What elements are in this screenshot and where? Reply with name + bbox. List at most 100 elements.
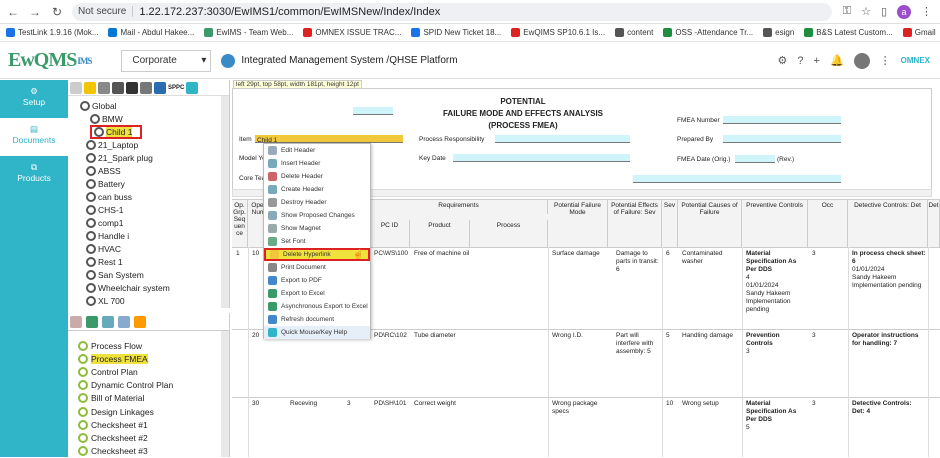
doc-scrollbar[interactable] [221, 331, 229, 457]
nav-products[interactable]: ⧉ Products [0, 156, 68, 194]
bookmark-item[interactable]: SPID New Ticket 18... [411, 28, 501, 37]
table-cell-prev-b[interactable]: Material Specification As Per DDS 5 [744, 400, 806, 432]
doc-search-icon[interactable] [118, 315, 130, 328]
help-icon[interactable]: ? [797, 55, 803, 67]
context-menu-item[interactable]: Create Header [264, 183, 370, 196]
table-cell-pcid[interactable]: PC\WS\100 [372, 250, 408, 258]
add-icon[interactable]: + [814, 55, 820, 67]
context-menu-item[interactable]: Destroy Header [264, 196, 370, 209]
sppc-label[interactable]: SPPC [168, 85, 184, 91]
table-cell-prev-b[interactable]: Prevention Controls 3 [744, 332, 806, 356]
doc-list-item[interactable]: Dynamic Control Plan [68, 379, 229, 392]
table-cell-pc[interactable]: Handling damage [680, 332, 740, 340]
table-cell-det-b[interactable]: In process check sheet: 6 01/01/2024 Sand… [850, 250, 926, 290]
tree-node-root[interactable]: Global [80, 99, 229, 112]
tree-node[interactable]: CHS-1 [80, 203, 229, 216]
back-icon[interactable]: ← [4, 5, 22, 19]
table-cell-sev[interactable]: 6 [664, 250, 670, 258]
table-cell-num[interactable]: 20 [250, 332, 259, 340]
tree-tool-icon[interactable] [70, 81, 82, 94]
table-cell-pe[interactable]: Part will interfere with assembly: 5 [614, 332, 662, 356]
tree-node[interactable]: San System [80, 268, 229, 281]
star-tool-icon[interactable] [84, 81, 96, 94]
context-menu-item[interactable]: Show Magnet [264, 222, 370, 235]
fmea-date-field[interactable] [735, 155, 775, 163]
forward-icon[interactable]: → [26, 5, 44, 19]
doc-gear-icon[interactable] [86, 315, 98, 328]
tree-node[interactable]: 21_Spark plug [80, 151, 229, 164]
table-cell-det-b[interactable]: Operator instructions for handling: 7 [850, 332, 926, 348]
table-cell-pcid[interactable]: PD\SH\101 [372, 400, 407, 408]
tree-node[interactable]: comp1 [80, 216, 229, 229]
table-cell-pcid[interactable]: PD\RC\102 [372, 332, 407, 340]
nav-setup[interactable]: ⚙ Setup [0, 80, 68, 118]
menu-icon[interactable]: ⋮ [921, 5, 932, 18]
doc-list-item[interactable]: Design Linkages [68, 405, 229, 418]
doc-list-item[interactable]: Process FMEA [68, 352, 229, 365]
table-cell-pe[interactable]: Damage to parts in transit: 6 [614, 250, 662, 274]
prepared-by-field[interactable] [723, 135, 841, 143]
table-cell-n[interactable]: 3 [345, 400, 351, 408]
process-responsibility-field[interactable] [495, 135, 630, 143]
tree-node[interactable]: XL 700 [80, 294, 229, 307]
gear-tool-icon[interactable] [186, 81, 199, 94]
edit-tool-icon[interactable] [112, 81, 124, 94]
doc-list-item[interactable]: Bill of Material [68, 392, 229, 405]
table-cell-num[interactable]: 30 [250, 400, 259, 408]
bookmark-item[interactable]: OMNEX ISSUE TRAC... [303, 28, 401, 37]
doc-list-item[interactable]: Process Flow [68, 339, 229, 352]
table-cell-occ[interactable]: 3 [810, 250, 816, 258]
search-tool-icon[interactable] [98, 81, 110, 94]
context-menu-item[interactable]: Asynchronous Export to Excel [264, 300, 370, 313]
context-menu-item[interactable]: Show Proposed Changes [264, 209, 370, 222]
doc-tool-icon[interactable] [70, 315, 82, 328]
tree-node[interactable]: Battery [80, 177, 229, 190]
key-icon[interactable]: ⚿ [843, 5, 851, 18]
star-icon[interactable]: ☆ [861, 5, 871, 18]
tree-node[interactable]: 21_Laptop [80, 138, 229, 151]
bookmark-item[interactable]: content [615, 28, 653, 37]
bell-icon[interactable]: 🔔 [830, 54, 844, 67]
table-cell-pfm[interactable]: Wrong I.D. [550, 332, 608, 340]
tree-node[interactable]: HVAC [80, 242, 229, 255]
tree-node[interactable]: Rest 1 [80, 255, 229, 268]
site-select[interactable]: Corporate ▾ [121, 49, 212, 72]
bookmark-item[interactable]: OSS -Attendance Tr... [663, 28, 753, 37]
user-avatar[interactable] [853, 52, 870, 69]
doc-grid-icon[interactable] [134, 315, 146, 328]
flow-tool-icon[interactable] [154, 81, 166, 94]
bookmark-item[interactable]: Mail - Abdul Hakee... [108, 28, 194, 37]
key-date-field[interactable] [453, 154, 630, 162]
table-cell-op[interactable]: 1 [234, 250, 240, 258]
tree-node[interactable]: Child 1 [80, 124, 229, 139]
tree-node[interactable]: ABSS [80, 164, 229, 177]
link-tool-icon[interactable] [140, 81, 152, 94]
context-menu-item[interactable]: Delete Hyperlink ☝ [264, 248, 370, 261]
table-cell-occ[interactable]: 3 [810, 400, 816, 408]
bookmark-item[interactable]: EwIMS - Team Web... [204, 28, 293, 37]
table-cell-pc[interactable]: Wrong setup [680, 400, 740, 408]
tree-node-selected[interactable]: Child 1 [90, 124, 143, 139]
table-cell-product[interactable]: Free of machine oil [412, 250, 470, 258]
table-cell-pfm[interactable]: Surface damage [550, 250, 608, 258]
address-bar[interactable]: Not secure 1.22.172.237:3030/EwIMS1/comm… [72, 2, 832, 21]
context-menu-item[interactable]: Set Font [264, 235, 370, 248]
context-menu-item[interactable]: Refresh document [264, 313, 370, 326]
reload-icon[interactable]: ↻ [48, 5, 66, 19]
item-field[interactable]: Child 1 [255, 135, 403, 144]
bookmark-item[interactable]: Gmail [902, 28, 936, 37]
context-menu-item[interactable]: Export to PDF [264, 274, 370, 287]
table-cell-pfm[interactable]: Wrong package specs [550, 400, 608, 416]
tree-node[interactable]: Wheelchair system [80, 281, 229, 294]
table-cell-prev-b[interactable]: Material Specification As Per DDS 4 01/01… [744, 250, 806, 314]
nav-documents[interactable]: ▤ Documents [0, 118, 68, 156]
table-cell-sev[interactable]: 10 [664, 400, 673, 408]
context-menu-item[interactable]: Export to Excel [264, 287, 370, 300]
context-menu-item[interactable]: Quick Mouse/Key Help [264, 326, 370, 339]
table-cell-proc[interactable]: Receving [288, 400, 317, 408]
fmea-number-field[interactable] [723, 116, 841, 124]
core-team-field[interactable] [633, 175, 841, 183]
doc-list-item[interactable]: Checksheet #3 [68, 445, 229, 458]
circle-tool-icon[interactable] [126, 81, 138, 94]
tree-node[interactable]: BMW [80, 112, 229, 125]
